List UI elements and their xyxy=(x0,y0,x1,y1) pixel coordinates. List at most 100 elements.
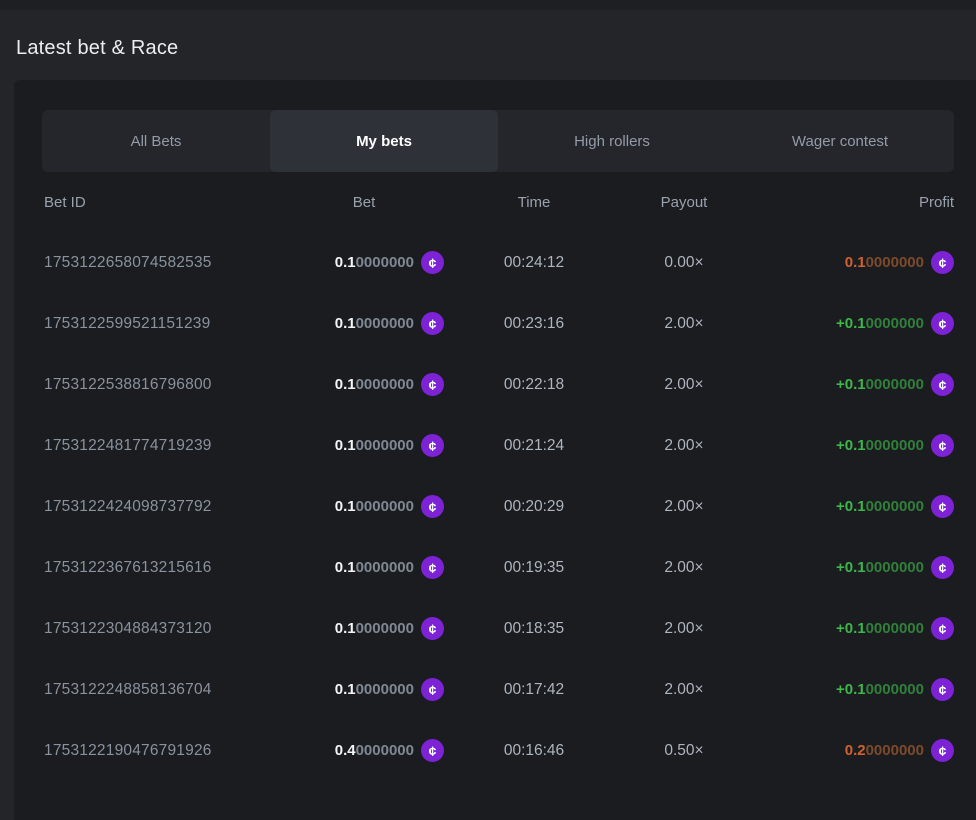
bet-time: 00:21:24 xyxy=(444,437,624,455)
bet-time: 00:16:46 xyxy=(444,742,624,760)
bet-payout: 2.00× xyxy=(624,559,744,577)
bet-row[interactable]: 17531225995211512390.10000000¢00:23:162.… xyxy=(44,293,954,354)
amount-value: +0.10000000 xyxy=(836,315,924,332)
bets-tabbar: All BetsMy betsHigh rollersWager contest xyxy=(42,110,954,172)
amount-value: 0.10000000 xyxy=(335,559,414,576)
amount-value: 0.10000000 xyxy=(335,254,414,271)
amount-value: +0.10000000 xyxy=(836,498,924,515)
coin-icon: ¢ xyxy=(931,556,954,579)
coin-icon: ¢ xyxy=(931,739,954,762)
amount-value: +0.10000000 xyxy=(836,376,924,393)
bet-profit-cell: +0.10000000 ¢ xyxy=(744,495,954,518)
bet-row[interactable]: 17531223048843731200.10000000¢00:18:352.… xyxy=(44,598,954,659)
bet-profit-cell: +0.10000000 ¢ xyxy=(744,373,954,396)
bet-id: 1753122248858136704 xyxy=(44,681,284,699)
bets-table: Bet ID Bet Time Payout Profit 1753122658… xyxy=(44,172,954,781)
coin-icon: ¢ xyxy=(421,739,444,762)
col-header-time: Time xyxy=(444,194,624,211)
coin-icon: ¢ xyxy=(931,495,954,518)
bet-id: 1753122367613215616 xyxy=(44,559,284,577)
bet-profit-cell: 0.10000000 ¢ xyxy=(744,251,954,274)
amount-value: 0.10000000 xyxy=(335,315,414,332)
amount-value: +0.10000000 xyxy=(836,437,924,454)
bet-time: 00:18:35 xyxy=(444,620,624,638)
amount-value: 0.40000000 xyxy=(335,742,414,759)
coin-icon: ¢ xyxy=(931,373,954,396)
coin-icon: ¢ xyxy=(931,434,954,457)
bet-id: 1753122190476791926 xyxy=(44,742,284,760)
coin-icon: ¢ xyxy=(931,312,954,335)
bet-profit-cell: +0.10000000 ¢ xyxy=(744,678,954,701)
bet-row[interactable]: 17531221904767919260.40000000¢00:16:460.… xyxy=(44,720,954,781)
bet-profit-cell: +0.10000000¢ xyxy=(744,617,954,640)
table-body: 17531226580745825350.10000000¢00:24:120.… xyxy=(44,232,954,781)
bet-id: 1753122658074582535 xyxy=(44,254,284,272)
tab-my-bets[interactable]: My bets xyxy=(270,110,498,172)
tab-high-rollers[interactable]: High rollers xyxy=(498,110,726,172)
col-header-profit: Profit xyxy=(744,194,954,211)
amount-value: 0.10000000 xyxy=(335,498,414,515)
bet-payout: 2.00× xyxy=(624,681,744,699)
bet-amount-cell: 0.10000000 ¢ xyxy=(284,495,444,518)
col-header-bet: Bet xyxy=(284,194,444,211)
bet-payout: 0.50× xyxy=(624,742,744,760)
bet-amount-cell: 0.10000000¢ xyxy=(284,617,444,640)
amount-value: 0.10000000 xyxy=(335,437,414,454)
bet-amount-cell: 0.10000000 ¢ xyxy=(284,556,444,579)
top-edge-strip xyxy=(0,0,976,10)
bet-payout: 2.00× xyxy=(624,498,744,516)
coin-icon: ¢ xyxy=(421,251,444,274)
amount-value: 0.10000000 xyxy=(335,376,414,393)
page-title: Latest bet & Race xyxy=(16,37,178,60)
bet-profit-cell: +0.10000000 ¢ xyxy=(744,434,954,457)
bet-id: 1753122538816796800 xyxy=(44,376,284,394)
bet-time: 00:22:18 xyxy=(444,376,624,394)
bet-row[interactable]: 17531222488581367040.10000000¢00:17:422.… xyxy=(44,659,954,720)
amount-value: 0.10000000 xyxy=(845,254,924,271)
bet-amount-cell: 0.10000000 ¢ xyxy=(284,678,444,701)
bet-amount-cell: 0.10000000 ¢ xyxy=(284,251,444,274)
bet-profit-cell: +0.10000000 ¢ xyxy=(744,556,954,579)
amount-value: +0.10000000 xyxy=(836,681,924,698)
coin-icon: ¢ xyxy=(931,678,954,701)
bet-id: 1753122481774719239 xyxy=(44,437,284,455)
coin-icon: ¢ xyxy=(421,495,444,518)
coin-icon: ¢ xyxy=(421,312,444,335)
amount-value: 0.10000000 xyxy=(335,681,414,698)
bet-time: 00:24:12 xyxy=(444,254,624,272)
bet-row[interactable]: 17531224240987377920.10000000¢00:20:292.… xyxy=(44,476,954,537)
coin-icon: ¢ xyxy=(931,251,954,274)
coin-icon: ¢ xyxy=(421,434,444,457)
bet-profit-cell: 0.20000000 ¢ xyxy=(744,739,954,762)
coin-icon: ¢ xyxy=(931,617,954,640)
bet-profit-cell: +0.10000000 ¢ xyxy=(744,312,954,335)
bet-id: 1753122599521151239 xyxy=(44,315,284,333)
bet-payout: 2.00× xyxy=(624,376,744,394)
coin-icon: ¢ xyxy=(421,556,444,579)
coin-icon: ¢ xyxy=(421,678,444,701)
bet-time: 00:20:29 xyxy=(444,498,624,516)
bet-row[interactable]: 17531224817747192390.10000000¢00:21:242.… xyxy=(44,415,954,476)
bet-time: 00:23:16 xyxy=(444,315,624,333)
bet-payout: 2.00× xyxy=(624,437,744,455)
bet-row[interactable]: 17531226580745825350.10000000¢00:24:120.… xyxy=(44,232,954,293)
bet-amount-cell: 0.10000000¢ xyxy=(284,373,444,396)
tab-all-bets[interactable]: All Bets xyxy=(42,110,270,172)
amount-value: 0.20000000 xyxy=(845,742,924,759)
bet-time: 00:19:35 xyxy=(444,559,624,577)
bet-payout: 2.00× xyxy=(624,315,744,333)
bet-payout: 0.00× xyxy=(624,254,744,272)
amount-value: 0.10000000 xyxy=(335,620,414,637)
bet-id: 1753122304884373120 xyxy=(44,620,284,638)
bet-row[interactable]: 17531223676132156160.10000000¢00:19:352.… xyxy=(44,537,954,598)
bet-payout: 2.00× xyxy=(624,620,744,638)
tab-wager-contest[interactable]: Wager contest xyxy=(726,110,954,172)
bet-amount-cell: 0.10000000 ¢ xyxy=(284,434,444,457)
col-header-payout: Payout xyxy=(624,194,744,211)
latest-bets-panel: All BetsMy betsHigh rollersWager contest… xyxy=(14,80,976,820)
amount-value: +0.10000000 xyxy=(836,559,924,576)
bet-time: 00:17:42 xyxy=(444,681,624,699)
table-header-row: Bet ID Bet Time Payout Profit xyxy=(44,172,954,232)
bet-row[interactable]: 17531225388167968000.10000000¢00:22:182.… xyxy=(44,354,954,415)
bet-amount-cell: 0.10000000 ¢ xyxy=(284,312,444,335)
